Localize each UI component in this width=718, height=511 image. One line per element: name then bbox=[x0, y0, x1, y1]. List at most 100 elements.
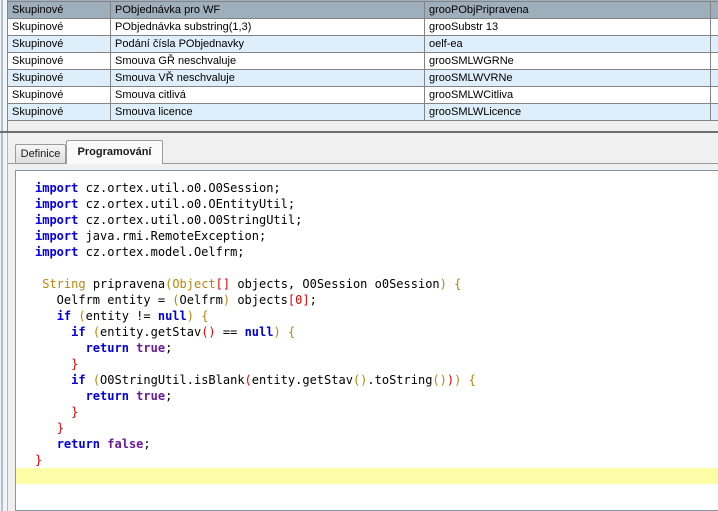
code-token: cz.ortex.util.o0.O0StringUtil; bbox=[78, 213, 302, 227]
code-token: null bbox=[158, 309, 187, 323]
code-token: == bbox=[216, 325, 245, 339]
code-token: ) bbox=[273, 325, 280, 339]
code-line: import cz.ortex.util.o0.O0Session; bbox=[16, 180, 718, 196]
code-line: Oelfrm entity = (Oelfrm) objects[0]; bbox=[16, 292, 718, 308]
code-token: } bbox=[57, 421, 64, 435]
code-token: { bbox=[469, 373, 476, 387]
cell-filler bbox=[711, 70, 718, 86]
code-token: ; bbox=[143, 437, 150, 451]
code-token bbox=[461, 373, 468, 387]
cell-description: PObjednávka substring(1,3) bbox=[111, 19, 425, 35]
code-token: ( bbox=[93, 325, 100, 339]
table-row[interactable]: SkupinovéSmouva GŘ neschvalujegrooSMLWGR… bbox=[8, 53, 718, 70]
code-token: Object bbox=[172, 277, 215, 291]
code-editor[interactable]: import cz.ortex.util.o0.O0Session;import… bbox=[15, 170, 718, 511]
code-token: .toString bbox=[367, 373, 432, 387]
code-token: entity != bbox=[86, 309, 158, 323]
cell-scope: Skupinové bbox=[8, 2, 111, 18]
code-token: import bbox=[35, 229, 78, 243]
cell-filler bbox=[711, 2, 718, 18]
code-token bbox=[35, 373, 71, 387]
code-line bbox=[16, 260, 718, 276]
code-token: objects, O0Session o0Session bbox=[230, 277, 440, 291]
cell-filler bbox=[711, 53, 718, 69]
code-token: null bbox=[245, 325, 274, 339]
code-token bbox=[35, 325, 71, 339]
code-token: import bbox=[35, 245, 78, 259]
cell-filler bbox=[711, 19, 718, 35]
cell-identifier: grooPObjPripravena bbox=[425, 2, 711, 18]
code-token bbox=[86, 373, 93, 387]
cell-scope: Skupinové bbox=[8, 70, 111, 86]
tab-definice[interactable]: Definice bbox=[15, 144, 66, 163]
code-line: import cz.ortex.util.o0.O0StringUtil; bbox=[16, 212, 718, 228]
cell-description: Podání čísla PObjednavky bbox=[111, 36, 425, 52]
code-token: ; bbox=[310, 293, 317, 307]
code-line: if (entity != null) { bbox=[16, 308, 718, 324]
code-token bbox=[35, 309, 57, 323]
code-token: [] bbox=[216, 277, 230, 291]
tab-programovani[interactable]: Programování bbox=[66, 140, 163, 164]
code-token: import bbox=[35, 181, 78, 195]
window-edge-line bbox=[1, 0, 3, 511]
code-lines: import cz.ortex.util.o0.O0Session;import… bbox=[16, 171, 718, 484]
cell-identifier: grooSMLWGRNe bbox=[425, 53, 711, 69]
cell-identifier: grooSMLWLicence bbox=[425, 104, 711, 120]
code-token: ] bbox=[302, 293, 309, 307]
code-token: () bbox=[432, 373, 446, 387]
current-line-highlight bbox=[16, 468, 718, 484]
table-row[interactable]: SkupinovéPObjednávka pro WFgrooPObjPripr… bbox=[8, 2, 718, 19]
code-token bbox=[35, 421, 57, 435]
definitions-grid-panel: SkupinovéPObjednávka pro WFgrooPObjPripr… bbox=[7, 0, 718, 131]
cell-identifier: grooSMLWVRNe bbox=[425, 70, 711, 86]
code-line: return true; bbox=[16, 340, 718, 356]
code-line: } bbox=[16, 420, 718, 436]
code-token: { bbox=[201, 309, 208, 323]
code-line: } bbox=[16, 452, 718, 468]
code-token: objects bbox=[230, 293, 288, 307]
code-token: return bbox=[86, 341, 129, 355]
cell-filler bbox=[711, 36, 718, 52]
table-row[interactable]: SkupinovéSmouva VŘ neschvalujegrooSMLWVR… bbox=[8, 70, 718, 87]
code-token: entity.getStav bbox=[252, 373, 353, 387]
code-token bbox=[86, 325, 93, 339]
code-token: { bbox=[454, 277, 461, 291]
code-line: import cz.ortex.util.o0.OEntityUtil; bbox=[16, 196, 718, 212]
code-token: ; bbox=[165, 341, 172, 355]
table-row[interactable]: SkupinovéSmouva licencegrooSMLWLicence bbox=[8, 104, 718, 121]
table-row[interactable]: SkupinovéPObjednávka substring(1,3)grooS… bbox=[8, 19, 718, 36]
code-token: } bbox=[35, 453, 42, 467]
code-token: java.rmi.RemoteException; bbox=[78, 229, 266, 243]
code-token: } bbox=[71, 357, 78, 371]
cell-identifier: grooSMLWCitliva bbox=[425, 87, 711, 103]
cell-description: PObjednávka pro WF bbox=[111, 2, 425, 18]
code-token: ( bbox=[245, 373, 252, 387]
code-token: import bbox=[35, 197, 78, 211]
code-token: ) bbox=[440, 277, 447, 291]
cell-identifier: grooSubstr 13 bbox=[425, 19, 711, 35]
code-token: return bbox=[57, 437, 100, 451]
cell-filler bbox=[711, 104, 718, 120]
code-line: return true; bbox=[16, 388, 718, 404]
code-token bbox=[35, 357, 71, 371]
window-left-border bbox=[0, 0, 7, 511]
code-line: if (entity.getStav() == null) { bbox=[16, 324, 718, 340]
code-token: ; bbox=[165, 389, 172, 403]
code-token: { bbox=[288, 325, 295, 339]
code-line: String pripravena(Object[] objects, O0Se… bbox=[16, 276, 718, 292]
code-token: Oelfrm entity = bbox=[35, 293, 172, 307]
code-token bbox=[35, 405, 71, 419]
code-token: true bbox=[136, 341, 165, 355]
table-row[interactable]: SkupinovéSmouva citlivágrooSMLWCitliva bbox=[8, 87, 718, 104]
code-line: import java.rmi.RemoteException; bbox=[16, 228, 718, 244]
table-row[interactable]: SkupinovéPodání čísla PObjednavkyoelf-ea bbox=[8, 36, 718, 53]
cell-scope: Skupinové bbox=[8, 36, 111, 52]
code-line: if (O0StringUtil.isBlank(entity.getStav(… bbox=[16, 372, 718, 388]
code-token: cz.ortex.util.o0.O0Session; bbox=[78, 181, 280, 195]
code-token: if bbox=[71, 325, 85, 339]
code-token: () bbox=[353, 373, 367, 387]
code-token: ( bbox=[172, 293, 179, 307]
code-token: if bbox=[57, 309, 71, 323]
cell-description: Smouva citlivá bbox=[111, 87, 425, 103]
tab-strip: Definice Programování bbox=[8, 133, 718, 163]
